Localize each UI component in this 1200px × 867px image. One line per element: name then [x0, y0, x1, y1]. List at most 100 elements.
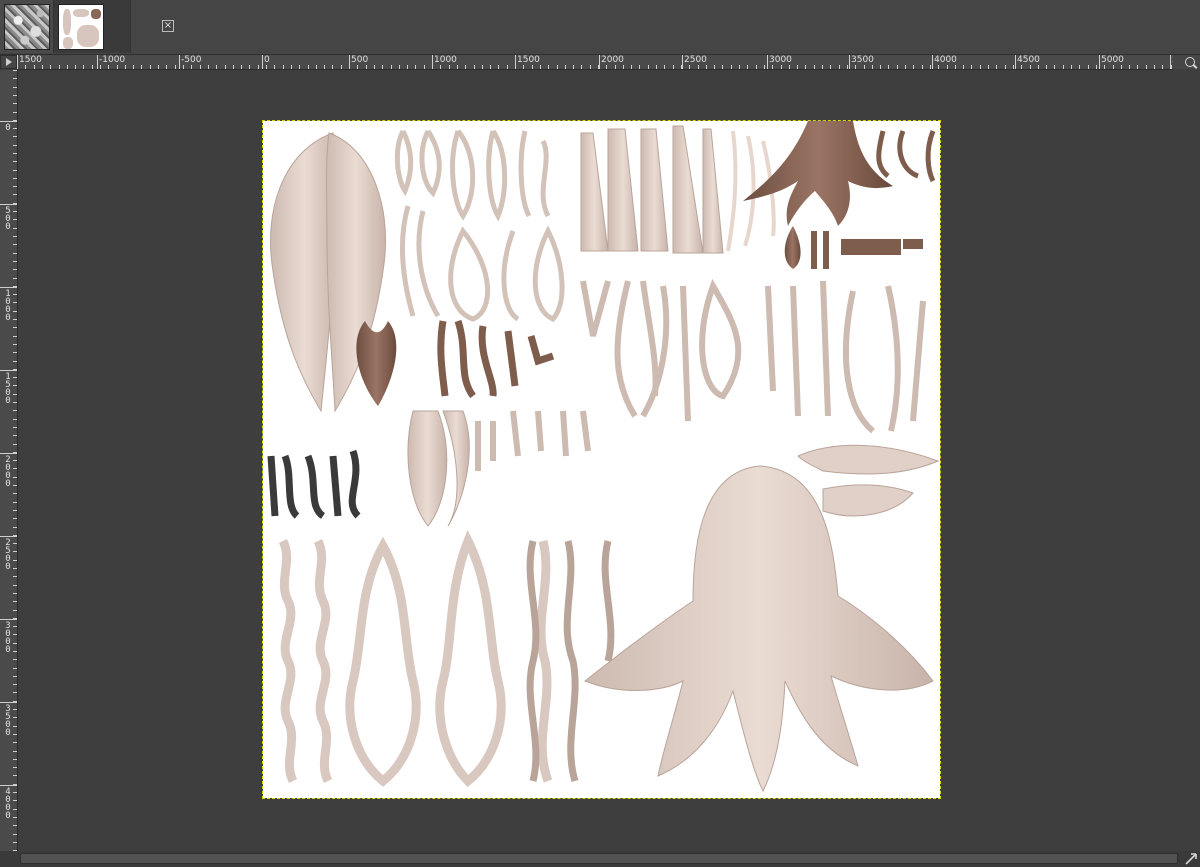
ruler-minor-tick: [399, 65, 400, 69]
ruler-minor-tick: [847, 65, 848, 69]
ruler-minor-tick: [739, 65, 740, 69]
ruler-minor-tick: [13, 452, 17, 453]
ruler-minor-tick: [13, 610, 17, 611]
ruler-minor-tick: [789, 65, 790, 69]
ruler-minor-tick: [13, 527, 17, 528]
vertical-ruler[interactable]: 0 5 0 0 1 0 0 0 1 5 0 0 2 0 0 0 2 5 0 0 3 0 0 …: [0, 70, 18, 851]
ruler-minor-tick: [573, 65, 574, 69]
navigate-arrows-icon[interactable]: [1184, 852, 1198, 866]
ruler-minor-tick: [930, 65, 931, 69]
image-canvas[interactable]: [262, 120, 941, 799]
ruler-minor-tick: [258, 65, 259, 69]
ruler-minor-tick: [13, 344, 17, 345]
ruler-corner-menu[interactable]: [0, 55, 17, 69]
ruler-minor-tick: [706, 65, 707, 69]
ruler-minor-tick: [581, 65, 582, 69]
ruler-minor-tick: [34, 65, 35, 69]
ruler-minor-tick: [1121, 65, 1122, 69]
ruler-minor-tick: [631, 65, 632, 69]
image-tab-stone-texture[interactable]: [0, 0, 54, 53]
ruler-minor-tick: [13, 825, 17, 826]
ruler-minor-tick: [13, 601, 17, 602]
ruler-minor-tick: [332, 65, 333, 69]
ruler-minor-tick: [13, 709, 17, 710]
ruler-minor-tick: [722, 65, 723, 69]
ruler-minor-tick: [1079, 65, 1080, 69]
ruler-minor-tick: [13, 269, 17, 270]
ruler-minor-tick: [13, 502, 17, 503]
ruler-minor-tick: [249, 65, 250, 69]
ruler-minor-tick: [357, 65, 358, 69]
ruler-minor-tick: [996, 65, 997, 69]
ruler-minor-tick: [13, 244, 17, 245]
ruler-minor-tick: [291, 65, 292, 69]
ruler-minor-tick: [13, 70, 17, 71]
ruler-minor-tick: [225, 65, 226, 69]
ruler-minor-tick: [731, 65, 732, 69]
ruler-minor-tick: [13, 402, 17, 403]
ruler-minor-tick: [1054, 65, 1055, 69]
ruler-minor-tick: [13, 319, 17, 320]
ruler-minor-tick: [1171, 65, 1172, 69]
ruler-minor-tick: [13, 717, 17, 718]
ruler-label: 2 0 0 0: [5, 455, 11, 489]
zoom-button[interactable]: [1173, 55, 1200, 69]
ruler-major-tick: [0, 619, 17, 620]
ruler-minor-tick: [13, 759, 17, 760]
ruler-minor-tick: [565, 65, 566, 69]
ruler-minor-tick: [1096, 65, 1097, 69]
ruler-minor-tick: [117, 65, 118, 69]
ruler-minor-tick: [274, 65, 275, 69]
ruler-minor-tick: [449, 65, 450, 69]
ruler-minor-tick: [971, 65, 972, 69]
ruler-minor-tick: [13, 294, 17, 295]
ruler-minor-tick: [216, 65, 217, 69]
ruler-minor-tick: [13, 336, 17, 337]
ruler-minor-tick: [25, 65, 26, 69]
close-icon[interactable]: ×: [162, 20, 174, 32]
ruler-minor-tick: [905, 65, 906, 69]
canvas-workspace[interactable]: [18, 70, 1200, 851]
ruler-minor-tick: [13, 78, 17, 79]
ruler-minor-tick: [13, 643, 17, 644]
ruler-label: -500: [181, 55, 202, 65]
ruler-minor-tick: [814, 65, 815, 69]
ruler-minor-tick: [183, 65, 184, 69]
ruler-minor-tick: [382, 65, 383, 69]
ruler-minor-tick: [241, 65, 242, 69]
ruler-minor-tick: [656, 65, 657, 69]
ruler-minor-tick: [108, 65, 109, 69]
horizontal-scrollbar[interactable]: [0, 851, 1200, 867]
ruler-minor-tick: [341, 65, 342, 69]
ruler-label: 4500: [1017, 55, 1040, 65]
ruler-minor-tick: [13, 626, 17, 627]
ruler-minor-tick: [13, 560, 17, 561]
ruler-minor-tick: [1005, 65, 1006, 69]
ruler-minor-tick: [59, 65, 60, 69]
ruler-minor-tick: [623, 65, 624, 69]
hair-texture-image: [267, 121, 940, 793]
ruler-minor-tick: [283, 65, 284, 69]
ruler-minor-tick: [17, 65, 18, 69]
ruler-minor-tick: [166, 65, 167, 69]
horizontal-ruler[interactable]: 1500 -1000 -500 0 500 1000 1500 2000 2500 3000 350…: [17, 55, 1183, 70]
image-tab-hair-texture[interactable]: ×: [54, 0, 174, 53]
scrollbar-thumb[interactable]: [20, 853, 1178, 864]
ruler-minor-tick: [13, 194, 17, 195]
ruler-minor-tick: [639, 65, 640, 69]
ruler-minor-tick: [498, 65, 499, 69]
ruler-minor-tick: [1063, 65, 1064, 69]
ruler-minor-tick: [897, 65, 898, 69]
ruler-minor-tick: [13, 211, 17, 212]
ruler-minor-tick: [523, 65, 524, 69]
ruler-minor-tick: [947, 65, 948, 69]
ruler-minor-tick: [747, 65, 748, 69]
ruler-major-tick: [0, 204, 17, 205]
ruler-minor-tick: [13, 136, 17, 137]
ruler-minor-tick: [689, 65, 690, 69]
ruler-minor-tick: [540, 65, 541, 69]
ruler-major-tick: [0, 287, 17, 288]
ruler-minor-tick: [988, 65, 989, 69]
ruler-label: 0: [5, 123, 11, 133]
ruler-label: 4 0 0 0: [5, 787, 11, 821]
